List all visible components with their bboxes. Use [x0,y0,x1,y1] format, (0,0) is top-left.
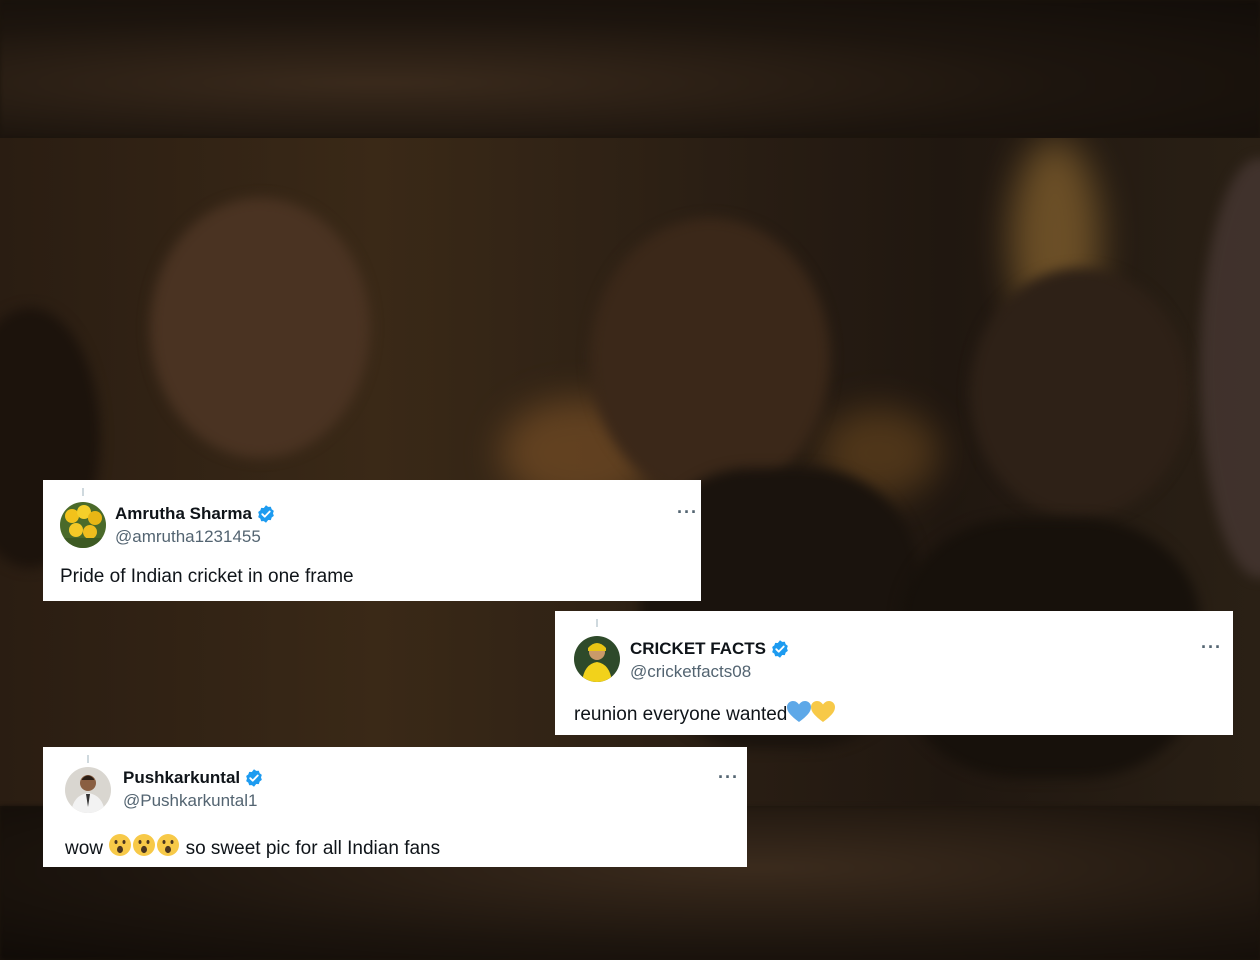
thread-line [87,755,89,763]
more-options-icon[interactable]: ··· [1201,637,1222,658]
man-portrait-avatar-icon[interactable] [65,767,111,813]
verified-badge-icon [770,639,790,659]
tweet-text-prefix: wow [65,838,104,859]
verified-badge-icon [256,504,276,524]
verified-badge-icon [244,768,264,788]
yellow-heart-icon [811,701,836,729]
more-options-icon[interactable]: ··· [677,502,698,523]
tweet-text: Pride of Indian cricket in one frame [60,566,354,587]
tweet-text-body: reunion everyone wanted [574,704,788,725]
thread-line [82,488,84,496]
tweet-card: CRICKET FACTS @cricketfacts08 ··· reunio… [555,611,1233,735]
author-handle[interactable]: @amrutha1231455 [115,527,261,547]
more-options-icon[interactable]: ··· [718,767,739,788]
tweet-card: Amrutha Sharma @amrutha1231455 ··· Pride… [43,480,701,601]
thread-line [596,619,598,627]
author-handle[interactable]: @Pushkarkuntal1 [123,791,257,811]
tweet-text-suffix: so sweet pic for all Indian fans [185,838,441,859]
author-name[interactable]: Pushkarkuntal [123,768,240,788]
author-name[interactable]: Amrutha Sharma [115,504,252,524]
author-handle[interactable]: @cricketfacts08 [630,662,751,682]
yellow-tulips-avatar-icon[interactable] [60,502,106,548]
tweet-text: wow so sweet pic for all Indian fans [65,833,440,863]
blurred-top-band [0,0,1260,138]
tweet-text: reunion everyone wanted [574,701,836,729]
author-name[interactable]: CRICKET FACTS [630,639,766,659]
surprised-face-icon [108,833,132,863]
surprised-face-icon [156,833,180,863]
cricketer-yellow-jersey-avatar-icon[interactable] [574,636,620,682]
tweet-card: Pushkarkuntal @Pushkarkuntal1 ··· wow so… [43,747,747,867]
blue-heart-icon [787,701,812,729]
surprised-face-icon [132,833,156,863]
